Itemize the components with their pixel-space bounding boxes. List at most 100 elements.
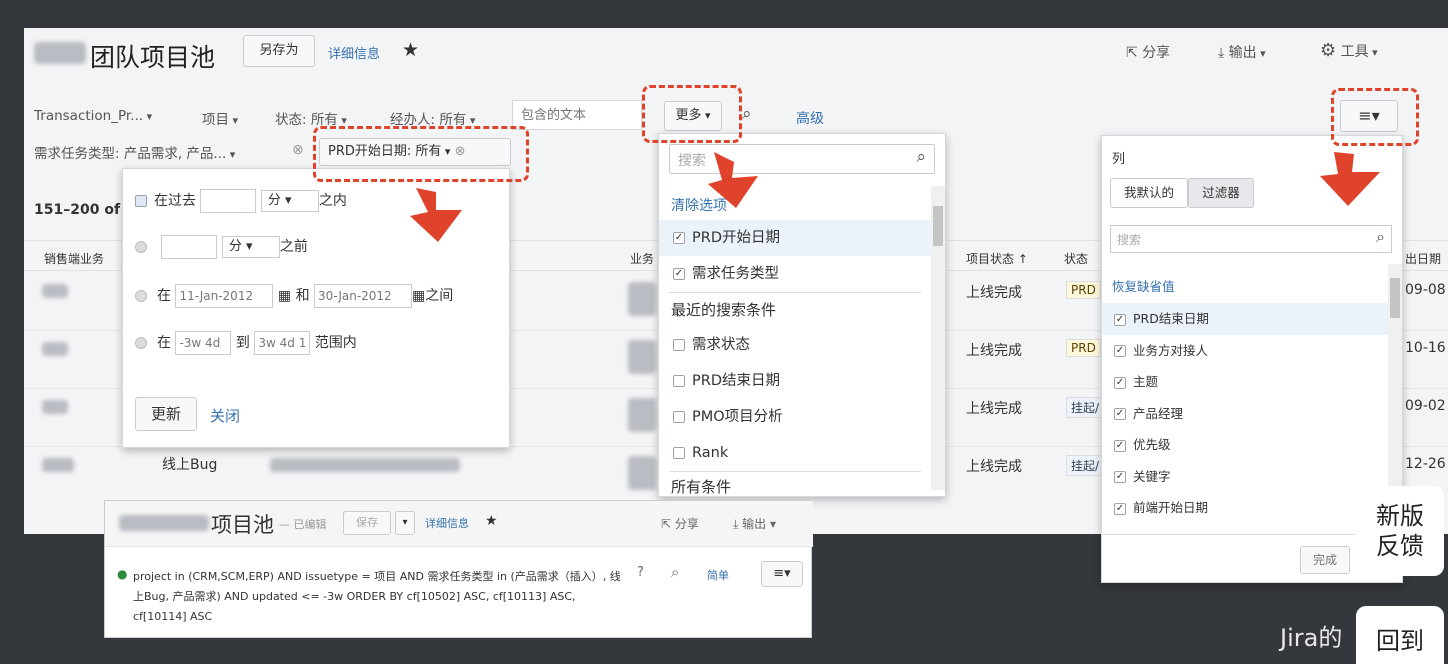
criteria-item[interactable]: ✓ PRD开始日期 [659,220,931,256]
arrow-down-icon [410,188,462,242]
column-item[interactable]: ✓ 关键字 [1102,461,1388,493]
help-icon[interactable]: ? [637,565,644,580]
share-button[interactable]: ⇱ 分享 [661,515,699,532]
checkbox-icon[interactable]: ✓ [1114,408,1126,420]
tab-filter[interactable]: 过滤器 [1188,178,1254,208]
checkbox-icon[interactable]: ✓ [1114,376,1126,389]
column-item[interactable]: ✓ 业务方对接人 [1102,335,1388,367]
checkbox-icon[interactable]: ✓ [1114,471,1126,483]
amount-input[interactable] [200,189,257,213]
details-link[interactable]: 详细信息 [425,515,469,531]
tab-my-default[interactable]: 我默认的 [1110,178,1188,208]
checkbox-icon[interactable] [673,375,685,387]
column-item[interactable]: ✓ 产品经理 [1102,398,1388,430]
search-icon: ⌕ [916,147,926,167]
scrollbar[interactable] [931,186,945,490]
export-button[interactable]: ⤓ 输出 [1218,42,1266,62]
feedback-button[interactable]: 新版反馈 [1356,486,1444,576]
assignee-filter[interactable]: 经办人: 所有 [390,108,475,128]
checkbox-icon[interactable]: ✓ [1114,439,1126,452]
columns-button[interactable]: ≡▾ [761,561,803,587]
checkbox-icon[interactable] [673,411,685,423]
criteria-item[interactable]: PRD结束日期 [659,363,931,399]
share-button[interactable]: ⇱ 分享 [1126,42,1170,62]
radio-icon[interactable] [135,241,147,253]
column-header-project-status[interactable]: 项目状态 ↑ [966,250,1028,267]
project-filter[interactable]: 项目 [202,108,238,128]
column-item[interactable]: ✓ 主题 [1102,366,1388,398]
done-button[interactable]: 完成 [1300,546,1350,574]
status-filter[interactable]: 状态: 所有 [275,108,347,128]
unit-select[interactable]: 分 ▾ [260,190,319,212]
column-header[interactable]: 业务 [630,250,654,267]
radio-icon[interactable] [135,290,147,302]
clear-icon[interactable]: ⊗ [292,142,304,158]
calendar-icon[interactable]: ▦ [278,288,291,304]
star-icon[interactable]: ★ [402,39,419,61]
checkbox-icon[interactable]: ✓ [1114,313,1126,326]
restore-defaults-link[interactable]: 恢复缺省值 [1112,276,1175,295]
advanced-link[interactable]: 高级 [796,108,824,128]
search-icon[interactable]: ⌕ [742,104,752,124]
checkbox-icon[interactable]: ✓ [673,268,685,280]
columns-title: 列 [1112,152,1126,167]
amount-input[interactable] [161,235,218,259]
save-as-button[interactable]: 另存为 [243,35,315,67]
status-badge: PRD [1066,281,1101,299]
save-button[interactable]: 保存 [343,511,391,535]
calendar-icon[interactable]: ▦ [412,288,425,304]
search-icon[interactable]: ⌕ [671,563,679,581]
columns-search-input[interactable]: 搜索 ⌕ [1110,225,1392,253]
recent-header: 最近的搜索条件 [671,301,777,319]
status-badge: 挂起/ [1066,455,1105,476]
radio-icon[interactable] [135,337,147,349]
req-type-filter[interactable]: 需求任务类型: 产品需求, 产品... [34,142,235,162]
column-item[interactable]: ✓ 前端开始日期 [1102,492,1388,524]
checkbox-icon[interactable]: ✓ [1114,345,1126,357]
tools-button[interactable]: ⚙ 工具 [1320,40,1378,61]
save-dropdown[interactable]: ▾ [395,511,415,535]
edited-label: — 已编辑 [279,518,327,531]
criteria-item[interactable]: PMO项目分析 [659,399,931,435]
simple-link[interactable]: 简单 [707,567,729,583]
status-badge: 挂起/ [1066,397,1105,418]
option-past[interactable]: 在过去 分 ▾ 之内 [135,189,347,213]
close-link[interactable]: 关闭 [210,405,240,426]
column-item[interactable]: ✓ 优先级 [1102,429,1388,461]
from-date-input[interactable]: 11-Jan-2012 [175,284,274,308]
range-to-input[interactable]: 3w 4d 1 [254,331,311,355]
criteria-item[interactable]: 需求状态 [659,327,931,363]
column-header[interactable]: 销售端业务 [44,250,104,267]
option-before[interactable]: 分 ▾ 之前 [135,235,308,259]
option-range[interactable]: 在 -3w 4d 到 3w 4d 1 范围内 [135,331,357,355]
column-header-status[interactable]: 状态 [1064,250,1088,267]
arrow-down-icon [1320,152,1380,206]
checkbox-icon[interactable]: ✓ [1114,502,1126,515]
checkbox-icon[interactable] [673,339,685,351]
column-header-date[interactable]: 出日期 [1405,250,1441,267]
star-icon[interactable]: ★ [485,513,498,529]
checkbox-icon[interactable] [673,447,685,459]
jql-query[interactable]: project in (CRM,SCM,ERP) AND issuetype =… [133,567,621,627]
unit-select[interactable]: 分 ▾ [221,236,280,258]
scrollbar[interactable] [1388,264,1402,524]
update-button[interactable]: 更新 [135,397,197,431]
caption-text: Jira的 [1280,624,1343,652]
checkbox-icon[interactable]: ✓ [673,232,685,244]
details-link[interactable]: 详细信息 [328,43,380,62]
highlight-columns-button [1331,88,1419,146]
inset-title: 项目池 [211,513,274,537]
criteria-item[interactable]: ✓ 需求任务类型 [659,256,931,292]
back-button[interactable]: 回到 [1356,606,1444,664]
range-from-input[interactable]: -3w 4d [175,331,232,355]
transaction-filter[interactable]: Transaction_Pr... [34,108,152,124]
to-date-input[interactable]: 30-Jan-2012 [314,284,413,308]
column-item[interactable]: ✓ PRD结束日期 [1102,303,1388,335]
page-title: 团队项目池 [90,43,216,72]
result-count: 151–200 of [34,202,121,218]
criteria-item[interactable]: Rank [659,435,931,471]
option-between[interactable]: 在 11-Jan-2012 ▦ 和 30-Jan-2012 ▦之间 [135,284,453,308]
radio-icon[interactable] [135,195,147,207]
export-button[interactable]: ⤓ 输出 ▾ [733,515,776,532]
text-search-input[interactable] [512,100,642,130]
